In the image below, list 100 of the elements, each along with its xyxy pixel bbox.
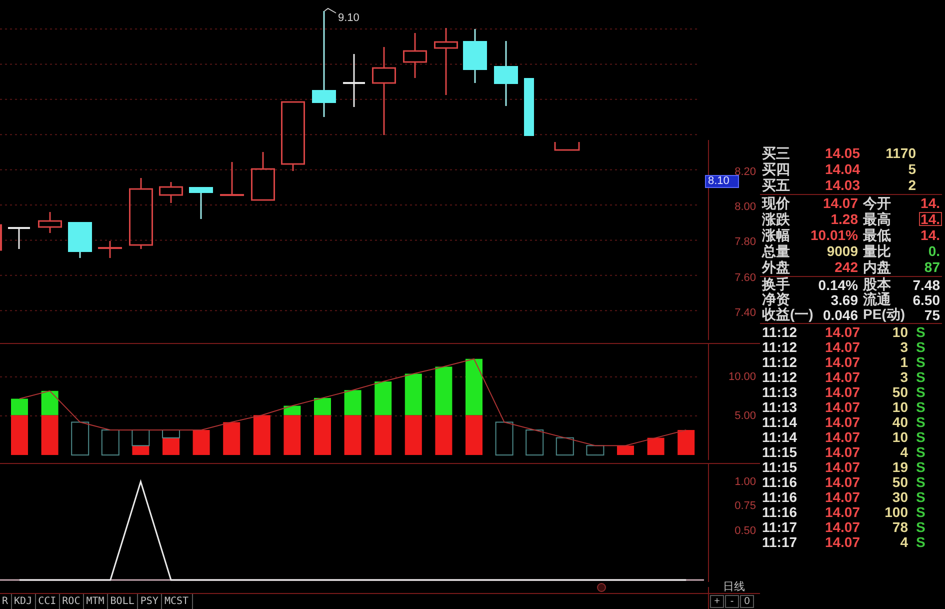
chart-control-button[interactable]: +	[710, 595, 724, 608]
indicator-tab[interactable]: MCST	[162, 594, 193, 609]
candlestick	[343, 54, 365, 107]
stat-label: 外盘	[760, 260, 790, 274]
bid-volume: 1170	[886, 146, 916, 160]
trade-side: S	[915, 474, 926, 488]
trade-time: 11:16	[761, 504, 798, 518]
trade-side: S	[915, 504, 926, 518]
stat-value: 14.	[920, 196, 941, 210]
trade-price: 14.07	[824, 460, 860, 474]
stat-label: 总量	[760, 244, 790, 258]
histogram-bar	[374, 415, 392, 455]
trade-price: 14.07	[824, 340, 860, 354]
trade-time: 11:15	[761, 444, 798, 458]
indicator-tab[interactable]: BOLL	[108, 594, 138, 609]
candlestick	[524, 78, 534, 136]
trade-side: S	[915, 324, 926, 338]
trade-volume: 4	[900, 444, 908, 458]
trade-time: 11:13	[761, 400, 798, 414]
histogram-bar	[192, 430, 210, 455]
histogram-bar	[466, 358, 482, 416]
histogram-bar	[404, 415, 422, 455]
trade-price: 14.07	[824, 444, 860, 458]
histogram-bar	[586, 445, 604, 456]
stat-value: 7.48	[912, 278, 941, 292]
candlestick	[38, 212, 62, 233]
trade-volume: 30	[892, 490, 908, 504]
trade-side: S	[915, 534, 926, 548]
indicator-tab[interactable]: MTM	[84, 594, 108, 609]
trade-price: 14.07	[824, 474, 860, 488]
axis-tick-label: 10.00	[728, 370, 756, 383]
indicator-tab[interactable]: PSY	[138, 594, 162, 609]
circle-icon	[597, 583, 606, 592]
stat-value: 75	[923, 308, 941, 322]
candlestick	[403, 33, 427, 78]
trade-time: 11:12	[761, 340, 798, 354]
trade-side: S	[915, 340, 926, 354]
bid-price: 14.04	[824, 162, 860, 176]
indicator-tab[interactable]: ROC	[60, 594, 84, 609]
trade-price: 14.07	[824, 504, 860, 518]
indicator-tab[interactable]: KDJ	[12, 594, 36, 609]
trade-volume: 50	[892, 474, 908, 488]
trade-side: S	[915, 370, 926, 384]
price-axis-label: 7.60	[734, 272, 756, 284]
histogram-bar	[647, 438, 664, 455]
high-price-label: 9.10	[338, 12, 360, 24]
trade-price: 14.07	[824, 430, 860, 444]
stat-value: 10.01%	[810, 228, 859, 242]
trade-time: 11:14	[761, 414, 798, 428]
candlestick	[159, 182, 183, 203]
trade-price: 14.07	[824, 490, 860, 504]
candlestick	[220, 162, 244, 196]
stat-label: 内盘	[862, 260, 891, 274]
stat-label: 净资	[762, 292, 790, 307]
trade-side: S	[915, 460, 926, 474]
stat-value: 6.50	[912, 292, 941, 306]
trade-time: 11:12	[761, 324, 798, 338]
stat-value: 14.07	[822, 196, 859, 210]
trade-time: 11:12	[761, 354, 798, 368]
stat-label: PE(动)	[862, 307, 905, 322]
stat-label: 收益(一)	[761, 307, 814, 322]
histogram-bar	[71, 422, 90, 456]
histogram-bar	[526, 429, 544, 456]
indicator-tab[interactable]: R	[0, 594, 12, 609]
trade-price: 14.07	[824, 324, 860, 338]
candlestick	[434, 28, 458, 95]
histogram-bar	[495, 422, 514, 456]
trade-price: 14.07	[824, 384, 860, 398]
trade-price: 14.07	[824, 414, 860, 428]
trade-time: 11:17	[761, 534, 798, 548]
chart-control-button[interactable]: -	[725, 595, 739, 608]
stat-value: 242	[834, 260, 859, 274]
trade-time: 11:16	[761, 490, 798, 504]
stat-label: 涨幅	[761, 228, 790, 242]
bid-volume: 5	[908, 162, 916, 176]
stat-value: 1.28	[830, 212, 859, 226]
candlestick	[463, 29, 487, 83]
histogram-bar	[617, 446, 634, 455]
histogram-bar	[374, 382, 392, 416]
histogram-bar	[253, 415, 270, 455]
histogram-bar	[556, 437, 574, 456]
stat-value: 9009	[826, 244, 859, 258]
trade-volume: 4	[900, 534, 908, 548]
chart-control-button[interactable]: 0	[740, 595, 754, 608]
stat-value: 0.14%	[817, 278, 859, 292]
stat-label: 换手	[760, 277, 790, 292]
indicator-tab[interactable]: CCI	[36, 594, 60, 609]
price-axis-label: 7.40	[734, 306, 756, 319]
trade-price: 14.07	[824, 354, 860, 368]
histogram-bar	[223, 422, 240, 455]
leader-line	[324, 8, 336, 14]
bid-label: 买四	[761, 162, 790, 176]
stat-value: 14.	[920, 228, 941, 242]
trade-volume: 50	[892, 384, 908, 398]
histogram-bar	[678, 430, 695, 455]
histogram-bar	[466, 415, 482, 455]
trade-price: 14.07	[824, 400, 860, 414]
trade-time: 11:12	[761, 370, 798, 384]
candlestick	[129, 178, 153, 249]
trade-price: 14.07	[824, 370, 860, 384]
